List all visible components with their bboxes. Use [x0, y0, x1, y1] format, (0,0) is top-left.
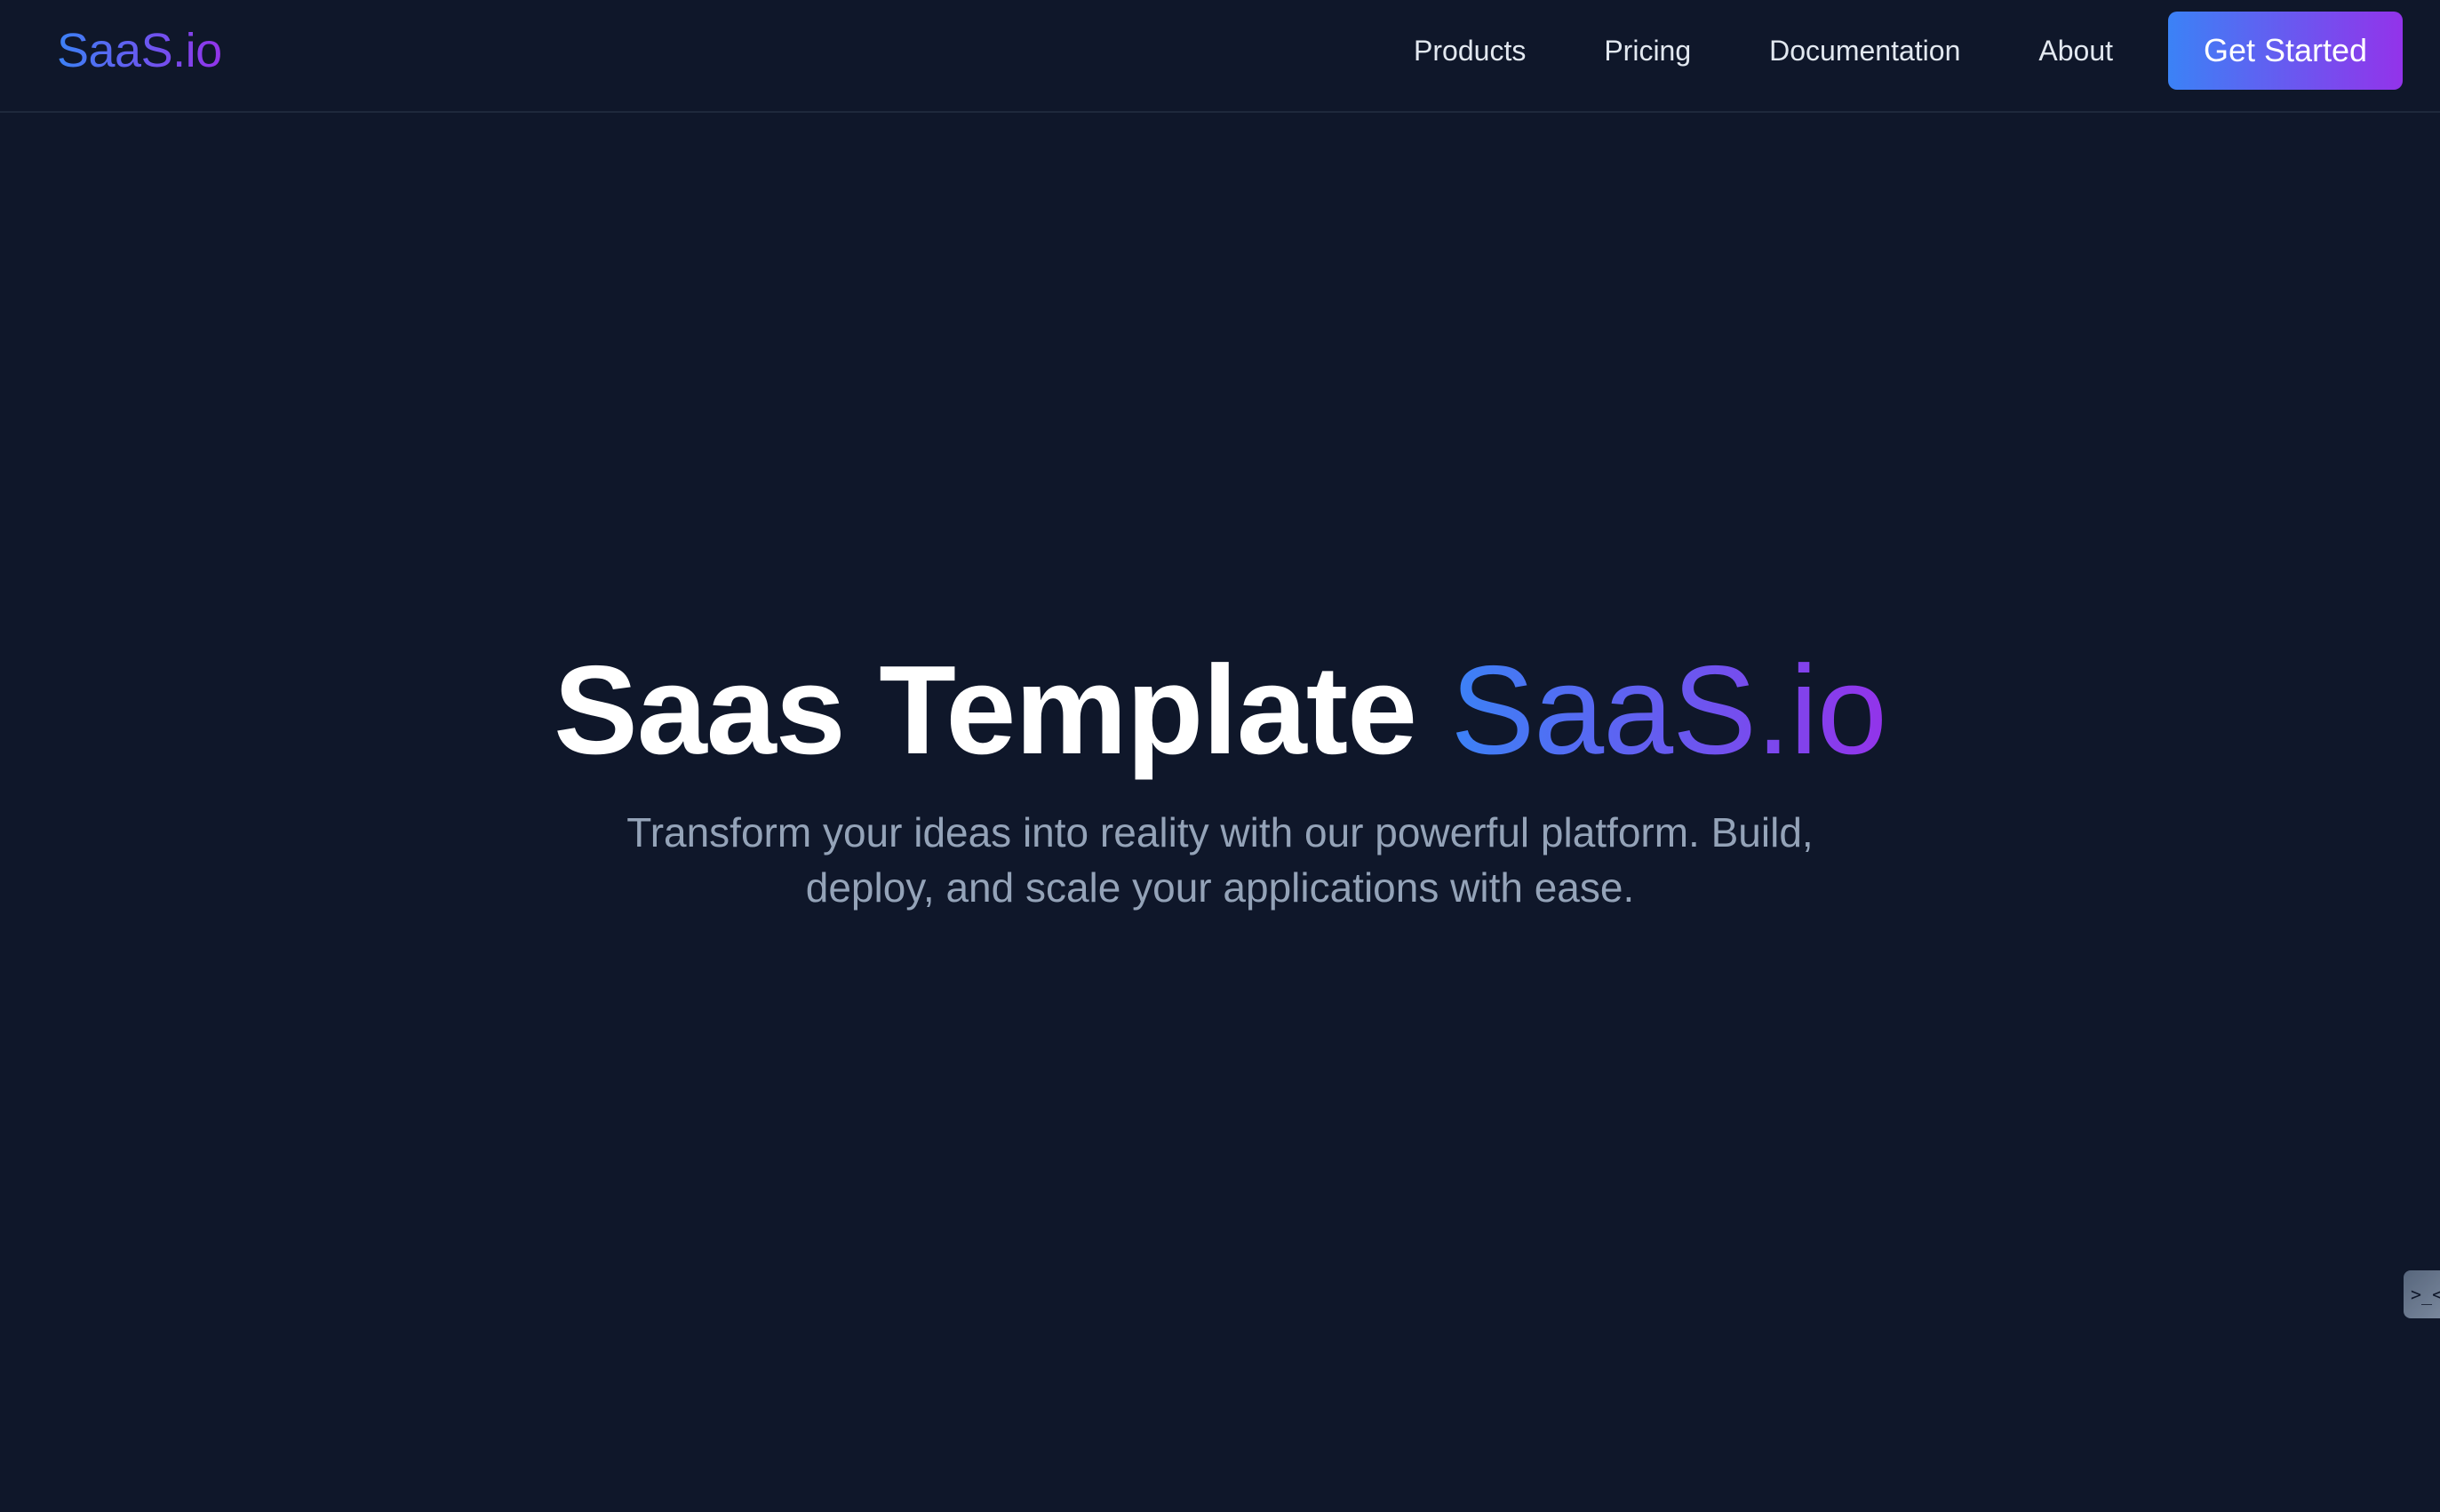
hero-section: Saas Template SaaS.io Transform your ide… — [0, 113, 2440, 1512]
nav-link-pricing[interactable]: Pricing — [1604, 35, 1691, 68]
nav-link-about[interactable]: About — [2038, 35, 2113, 68]
hero-title-accent: SaaS.io — [1450, 640, 1887, 781]
hero-title: Saas Template SaaS.io — [0, 635, 2440, 786]
nav-link-products[interactable]: Products — [1414, 35, 1526, 68]
nav-link-documentation[interactable]: Documentation — [1769, 35, 1960, 68]
brand-logo[interactable]: SaaS.io — [57, 21, 222, 80]
get-started-button[interactable]: Get Started — [2168, 12, 2403, 90]
hero-title-main: Saas Template — [554, 640, 1451, 781]
top-navbar: SaaS.io Products Pricing Documentation A… — [0, 0, 2440, 113]
nav-links: Products Pricing Documentation About Get… — [1414, 0, 2440, 101]
hero-subtitle: Transform your ideas into reality with o… — [626, 809, 1814, 911]
terminal-icon[interactable]: >_< — [2404, 1270, 2440, 1318]
